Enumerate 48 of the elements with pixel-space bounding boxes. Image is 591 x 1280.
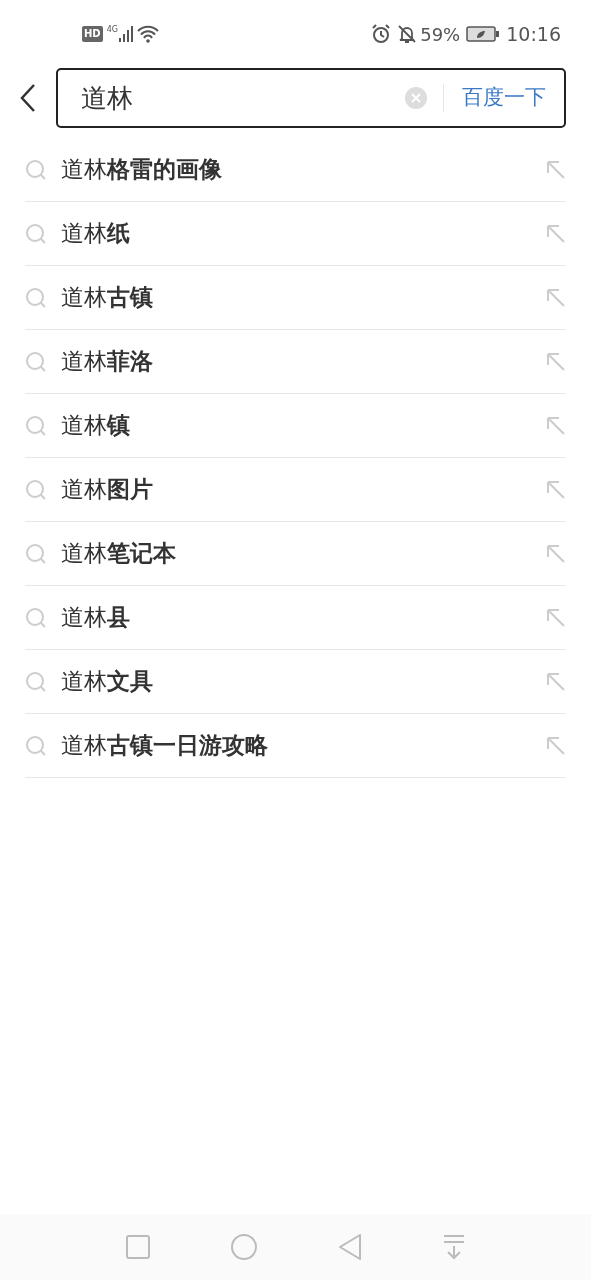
chevron-left-icon [19, 83, 37, 113]
wifi-icon [136, 25, 159, 43]
search-icon [25, 670, 47, 693]
close-icon [411, 93, 421, 103]
arrow-icon[interactable] [546, 479, 566, 500]
search-icon [25, 606, 47, 629]
battery-icon [466, 26, 501, 42]
notification-icon[interactable] [441, 1234, 466, 1260]
arrow-icon[interactable] [546, 351, 566, 372]
arrow-icon[interactable] [546, 415, 566, 436]
search-icon [25, 414, 47, 437]
muted-bell-icon [397, 24, 418, 44]
arrow-icon[interactable] [546, 607, 566, 628]
suggestion-item[interactable]: 道林菲洛 [25, 330, 566, 394]
suggestion-item[interactable]: 道林县 [25, 586, 566, 650]
alarm-icon [371, 24, 392, 44]
clear-button[interactable] [405, 87, 427, 109]
suggestion-item[interactable]: 道林图片 [25, 458, 566, 522]
search-icon [25, 478, 47, 501]
search-icon [25, 286, 47, 309]
arrow-icon[interactable] [546, 223, 566, 244]
search-field[interactable]: 道林 百度一下 [56, 68, 566, 128]
suggestion-item[interactable]: 道林纸 [25, 202, 566, 266]
search-button[interactable]: 百度一下 [444, 82, 564, 114]
search-icon [25, 542, 47, 565]
network-type: 4G [106, 24, 118, 36]
suggestion-item[interactable]: 道林镇 [25, 394, 566, 458]
signal-icon [118, 26, 133, 42]
back-icon[interactable] [337, 1233, 362, 1261]
suggestion-item[interactable]: 道林古镇一日游攻略 [25, 714, 566, 778]
recent-apps-icon[interactable] [125, 1235, 150, 1259]
arrow-icon[interactable] [546, 543, 566, 564]
suggestion-item[interactable]: 道林文具 [25, 650, 566, 714]
search-icon [25, 222, 47, 245]
arrow-icon[interactable] [546, 159, 566, 180]
suggestion-item[interactable]: 道林古镇 [25, 266, 566, 330]
battery-percent: 59% [420, 22, 461, 47]
search-icon [25, 350, 47, 373]
search-icon [25, 734, 47, 757]
search-icon [25, 158, 47, 181]
home-icon[interactable] [229, 1233, 258, 1261]
arrow-icon[interactable] [546, 671, 566, 692]
arrow-icon[interactable] [546, 287, 566, 308]
arrow-icon[interactable] [546, 735, 566, 756]
hd-icon: HD [82, 26, 103, 42]
clock: 10:16 [506, 21, 561, 47]
suggestion-item[interactable]: 道林格雷的画像 [25, 138, 566, 202]
suggestion-item[interactable]: 道林笔记本 [25, 522, 566, 586]
